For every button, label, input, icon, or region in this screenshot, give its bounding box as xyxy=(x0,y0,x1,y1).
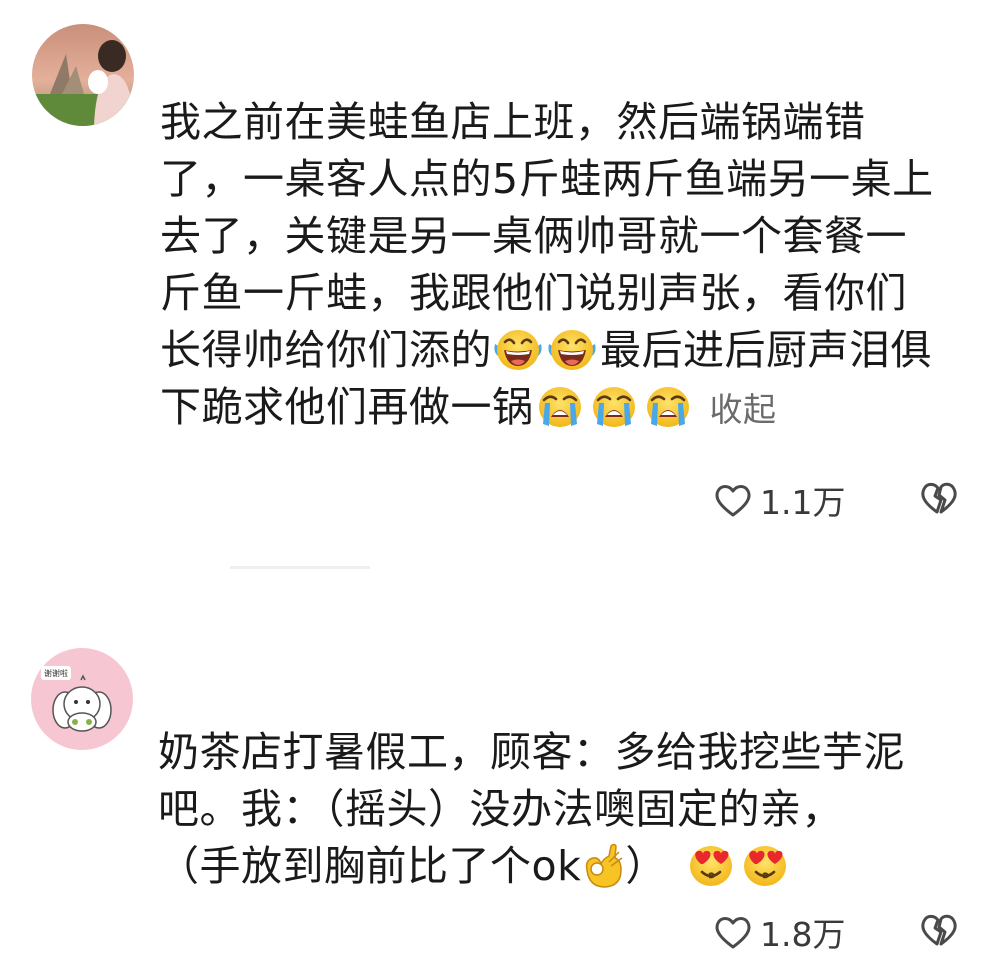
comment-line-segment: 长得帅给你们添的 xyxy=(160,326,492,374)
comment-line: 斤鱼一斤蛙，我跟他们说别声张，看你们 xyxy=(160,269,907,317)
loudly-crying-emoji-icon xyxy=(642,383,694,429)
comment-1: 我之前在美蛙鱼店上班，然后端锅端错 了，一桌客人点的5斤蛙两斤鱼端另一桌上 去了… xyxy=(0,0,986,560)
comment-line-segment: ） xyxy=(625,842,667,890)
heart-eyes-emoji-icon xyxy=(685,842,737,888)
like-count: 1.1万 xyxy=(760,483,846,522)
divider xyxy=(230,566,370,569)
comment-line: 了，一桌客人点的5斤蛙两斤鱼端另一桌上 xyxy=(160,155,934,203)
laughing-crying-emoji-icon xyxy=(492,326,544,372)
avatar-image xyxy=(32,24,134,126)
like-button[interactable]: 1.1万 xyxy=(712,476,845,524)
comment-line: 奶茶店打暑假工，顾客：多给我挖些芋泥 xyxy=(158,728,905,776)
heart-icon xyxy=(712,912,754,952)
loudly-crying-emoji-icon xyxy=(534,383,586,429)
comment-line: 下跪求他们再做一锅 收起 xyxy=(160,379,960,438)
like-button[interactable]: 1.8万 xyxy=(712,908,845,956)
comment-line: 去了，关键是另一桌俩帅哥就一个套餐一 xyxy=(160,212,907,260)
heart-icon xyxy=(712,480,754,520)
comment-line: （手放到胸前比了个ok ） xyxy=(158,838,958,895)
collapse-link[interactable]: 收起 xyxy=(710,390,777,429)
comment-line-segment: 下跪求他们再做一锅 xyxy=(160,383,534,431)
laughing-crying-emoji-icon xyxy=(546,326,598,372)
loudly-crying-emoji-icon xyxy=(588,383,640,429)
comment-line-segment: 最后进后厨声泪俱 xyxy=(600,326,932,374)
comment-line: 吧。我：（摇头）没办法噢固定的亲， xyxy=(158,785,843,833)
broken-heart-icon[interactable] xyxy=(918,478,960,518)
comment-2: 谢谢啦 奶茶店打暑假工，顾客：多给我挖些芋泥 吧。我：（摇头）没办法噢固定的亲，… xyxy=(0,640,986,962)
heart-eyes-emoji-icon xyxy=(739,842,791,888)
comment-text: 奶茶店打暑假工，顾客：多给我挖些芋泥 吧。我：（摇头）没办法噢固定的亲， （手放… xyxy=(158,724,958,895)
comment-actions: 1.1万 xyxy=(0,476,986,522)
avatar-badge-text: 谢谢啦 xyxy=(44,668,68,678)
comment-line-segment: （手放到胸前比了个ok xyxy=(158,842,582,890)
avatar-image: 谢谢啦 xyxy=(31,648,133,750)
user-avatar[interactable] xyxy=(32,24,134,126)
comment-line: 长得帅给你们添的 最后进后厨声泪俱 xyxy=(160,322,960,379)
broken-heart-icon[interactable] xyxy=(918,910,960,950)
like-count: 1.8万 xyxy=(760,915,846,954)
user-avatar[interactable]: 谢谢啦 xyxy=(31,648,133,750)
comment-text: 我之前在美蛙鱼店上班，然后端锅端错 了，一桌客人点的5斤蛙两斤鱼端另一桌上 去了… xyxy=(160,94,960,438)
comment-line: 我之前在美蛙鱼店上班，然后端锅端错 xyxy=(160,98,866,146)
comment-actions: 1.8万 xyxy=(0,908,986,954)
ok-hand-emoji-icon xyxy=(581,842,625,890)
